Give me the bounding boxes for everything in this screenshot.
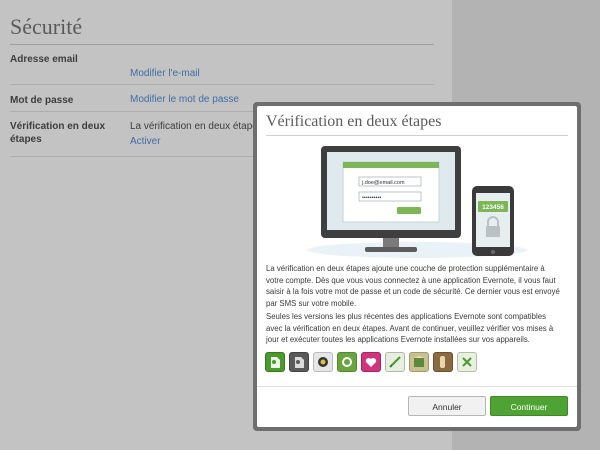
- activate-two-step-link[interactable]: Activer: [130, 136, 161, 147]
- page-title: Sécurité: [10, 14, 83, 39]
- skitch-app-icon: [313, 352, 333, 372]
- monitor-icon: [321, 146, 461, 252]
- evernote-clearly-app-icon: [433, 352, 453, 372]
- evernote-app-icon: [265, 352, 285, 372]
- change-email-link[interactable]: Modifier l'e-mail: [130, 68, 200, 79]
- evernote-peek-app-icon: [409, 352, 429, 372]
- evernote-food-app-icon: [337, 352, 357, 372]
- dialog-title: Vérification en deux étapes: [266, 113, 442, 130]
- evernote-dark-app-icon: [289, 352, 309, 372]
- phone-security-code: 123456: [482, 204, 504, 211]
- dialog-description: La vérification en deux étapes ajoute un…: [266, 264, 560, 308]
- settings-row-label: Vérification en deux étapes: [10, 121, 106, 145]
- row-divider: [10, 84, 434, 85]
- penultimate-app-icon: [385, 352, 405, 372]
- illustration-email-value: j.doe@email.com: [361, 180, 405, 186]
- dialog-footer-divider: [257, 386, 577, 387]
- web-clipper-app-icon: [457, 352, 477, 372]
- evernote-hello-app-icon: [361, 352, 381, 372]
- illustration-password-value: ••••••••••: [362, 195, 381, 201]
- dialog-compatibility-note: Seules les versions les plus récentes de…: [266, 312, 554, 345]
- two-step-dialog: Vérification en deux étapes j.doe@email.…: [257, 106, 577, 427]
- settings-row-label: Adresse email: [10, 54, 78, 65]
- phone-icon: [472, 186, 514, 256]
- title-divider: [10, 44, 434, 45]
- two-step-illustration: j.doe@email.com •••••••••• 123456: [307, 146, 527, 258]
- change-password-link[interactable]: Modifier le mot de passe: [130, 94, 239, 105]
- settings-row-label: Mot de passe: [10, 95, 74, 106]
- dialog-title-divider: [266, 135, 568, 136]
- continue-button[interactable]: Continuer: [490, 396, 568, 416]
- cancel-button[interactable]: Annuler: [408, 396, 486, 416]
